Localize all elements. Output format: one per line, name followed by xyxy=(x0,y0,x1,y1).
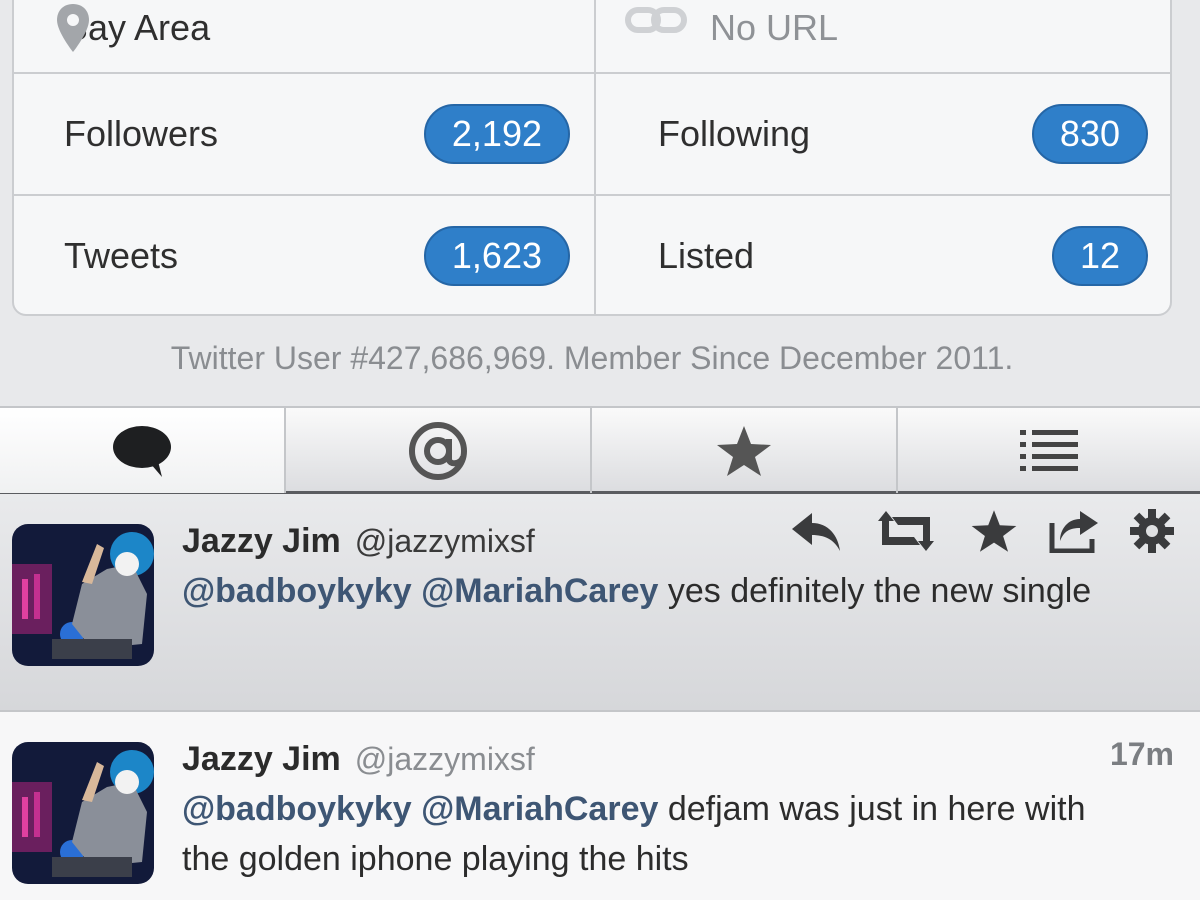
at-sign-icon xyxy=(409,421,467,480)
profile-info-card: Bay Area No URL Followers 2,192 Followin… xyxy=(12,0,1172,316)
tweet-timestamp: 17m xyxy=(1109,736,1174,772)
tab-favorites[interactable] xyxy=(592,408,898,493)
tweet-body: Jazzy Jim @jazzymixsf @badboykyky @Maria… xyxy=(182,734,1132,884)
speech-bubble-icon xyxy=(113,425,171,477)
followers-row[interactable]: Followers 2,192 xyxy=(14,74,594,194)
listed-row[interactable]: Listed 12 xyxy=(596,196,1172,316)
tweet-actions xyxy=(790,508,1174,559)
location-text: Bay Area xyxy=(64,7,211,48)
tab-lists[interactable] xyxy=(898,408,1200,493)
following-count-badge: 830 xyxy=(1031,104,1148,164)
author-handle[interactable]: @jazzymixsf xyxy=(355,516,535,566)
url-text: No URL xyxy=(710,7,839,48)
retweet-icon[interactable] xyxy=(872,509,940,558)
tweets-label: Tweets xyxy=(64,235,179,276)
tweet-message: yes definitely the new single xyxy=(658,572,1092,610)
member-since-text: Twitter User #427,686,969. Member Since … xyxy=(170,340,1014,376)
profile-tab-bar xyxy=(0,406,1200,494)
tweet-header: Jazzy Jim @jazzymixsf xyxy=(182,734,1132,784)
tweets-row[interactable]: Tweets 1,623 xyxy=(14,196,594,316)
share-icon[interactable] xyxy=(1048,509,1100,558)
tweet-text: @badboykyky @MariahCarey yes definitely … xyxy=(182,566,1132,616)
tweet-item[interactable]: Jazzy Jim @jazzymixsf @badboykyky @Maria… xyxy=(0,494,1200,712)
author-name[interactable]: Jazzy Jim xyxy=(182,734,341,784)
author-name[interactable]: Jazzy Jim xyxy=(182,516,341,566)
mention-link[interactable]: @badboykyky xyxy=(182,572,412,610)
mention-link[interactable]: @badboykyky xyxy=(182,790,412,828)
tweet-item[interactable]: Jazzy Jim @jazzymixsf @badboykyky @Maria… xyxy=(0,712,1200,900)
location-pin-icon xyxy=(57,4,89,52)
favorite-icon[interactable] xyxy=(970,508,1018,559)
avatar[interactable] xyxy=(12,742,154,884)
tab-mentions[interactable] xyxy=(286,408,592,493)
followers-label: Followers xyxy=(64,113,219,154)
listed-count-badge: 12 xyxy=(1051,226,1148,286)
url-row[interactable]: No URL xyxy=(596,0,1172,74)
followers-count-badge: 2,192 xyxy=(423,104,570,164)
gear-icon[interactable] xyxy=(1130,509,1174,558)
author-handle[interactable]: @jazzymixsf xyxy=(355,734,535,784)
star-icon xyxy=(717,425,771,476)
reply-icon[interactable] xyxy=(790,509,842,558)
mention-link[interactable]: @MariahCarey xyxy=(421,572,658,610)
list-icon xyxy=(1020,429,1078,471)
tweet-text: @badboykyky @MariahCarey defjam was just… xyxy=(182,784,1132,884)
listed-label: Listed xyxy=(658,235,755,276)
tweets-count-badge: 1,623 xyxy=(423,226,570,286)
mention-link[interactable]: @MariahCarey xyxy=(421,790,658,828)
avatar-image xyxy=(12,524,154,666)
location-row: Bay Area xyxy=(14,0,594,74)
following-label: Following xyxy=(658,113,811,154)
avatar[interactable] xyxy=(12,524,154,666)
link-icon xyxy=(625,7,687,33)
tab-tweets[interactable] xyxy=(0,408,286,493)
following-row[interactable]: Following 830 xyxy=(596,74,1172,194)
avatar-image xyxy=(12,742,154,884)
